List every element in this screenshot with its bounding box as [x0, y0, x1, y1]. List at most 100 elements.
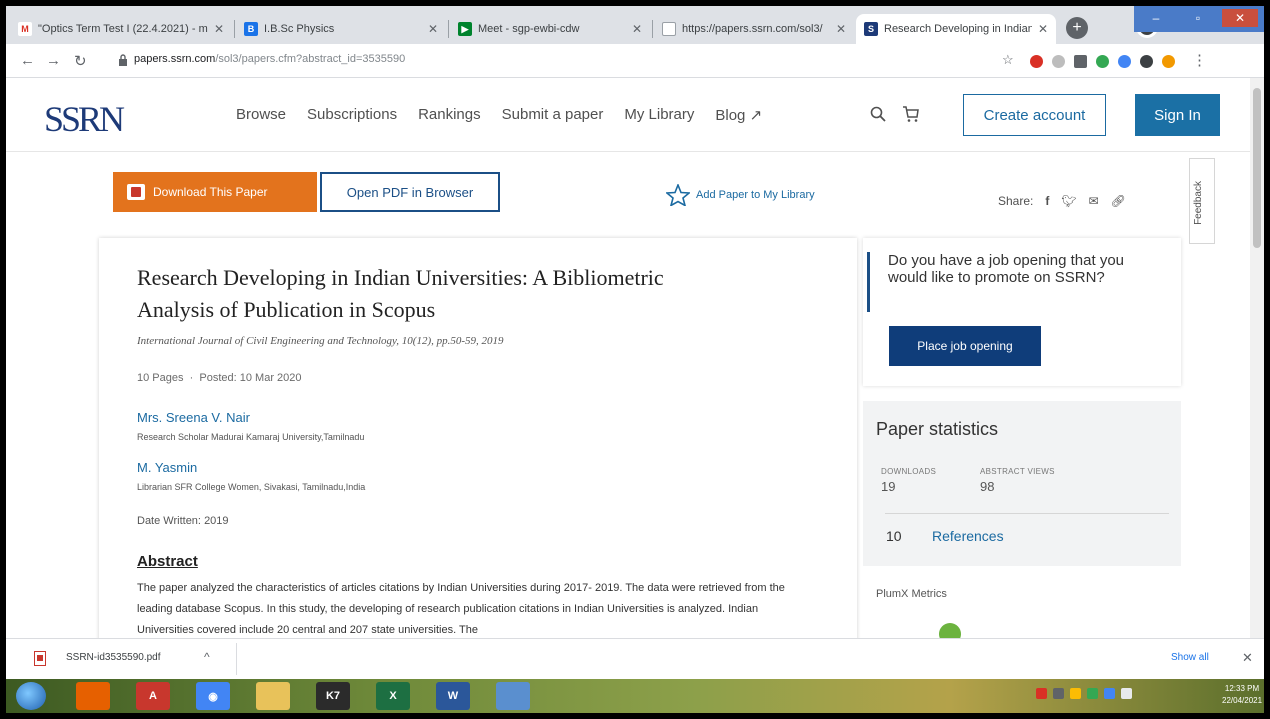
extension-icon[interactable]: [1052, 55, 1065, 68]
taskbar-clock[interactable]: 12:33 PM 22/04/2021: [1222, 683, 1262, 707]
profile-extension-icon[interactable]: [1162, 55, 1175, 68]
url-host: papers.ssrn.com: [134, 53, 216, 65]
nav-browse[interactable]: Browse: [236, 106, 286, 124]
pdf-icon: [127, 184, 145, 200]
share-label: Share:: [998, 194, 1034, 208]
address-bar[interactable]: papers.ssrn.com/sol3/papers.cfm?abstract…: [114, 49, 994, 73]
excel-icon[interactable]: X: [376, 682, 410, 710]
extension-icon[interactable]: [1118, 55, 1131, 68]
plumx-badge-icon[interactable]: [939, 623, 961, 638]
close-tab-icon[interactable]: ✕: [214, 22, 224, 36]
stats-heading: Paper statistics: [876, 419, 999, 439]
page-icon: [662, 22, 676, 36]
reload-icon[interactable]: ↻: [74, 52, 87, 70]
tab-title: I.B.Sc Physics: [264, 23, 335, 35]
close-tab-icon[interactable]: ✕: [632, 22, 642, 36]
browser-tab[interactable]: M "Optics Term Test I (22.4.2021) - m ✕: [10, 14, 232, 44]
maximize-button[interactable]: ▫: [1180, 9, 1216, 27]
clock-time: 12:33 PM: [1224, 684, 1260, 693]
twitter-icon[interactable]: 🐦︎: [1061, 194, 1076, 208]
nav-rankings[interactable]: Rankings: [418, 106, 481, 124]
sign-in-button[interactable]: Sign In: [1135, 94, 1220, 136]
nav-blog[interactable]: Blog ↗: [715, 106, 762, 124]
paper-card: Research Developing in Indian Universiti…: [99, 238, 857, 638]
author-link[interactable]: M. Yasmin: [137, 460, 197, 475]
gmail-icon: M: [18, 22, 32, 36]
display-icon[interactable]: [496, 682, 530, 710]
acrobat-icon[interactable]: A: [136, 682, 170, 710]
url-path: /sol3/papers.cfm?abstract_id=3535590: [215, 53, 406, 65]
volume-icon[interactable]: [1121, 688, 1132, 699]
ssrn-logo[interactable]: SSRN: [44, 98, 125, 140]
ssrn-favicon-icon: S: [864, 22, 878, 36]
close-window-button[interactable]: ✕: [1222, 9, 1258, 27]
close-tab-icon[interactable]: ✕: [1038, 22, 1048, 36]
tray-icon[interactable]: [1087, 688, 1098, 699]
explorer-icon[interactable]: [256, 682, 290, 710]
download-filename[interactable]: SSRN-id3535590.pdf: [66, 652, 161, 663]
date-written-value: 2019: [204, 515, 229, 527]
download-paper-button[interactable]: Download This Paper: [113, 172, 317, 212]
downloads-label: DOWNLOADS: [881, 467, 937, 476]
page-count: 10 Pages: [137, 372, 184, 384]
windows-taskbar: A ◉ K7 X W 12:33 PM 22/04/2021: [6, 679, 1264, 713]
page-scrollbar[interactable]: [1250, 78, 1264, 638]
new-tab-button[interactable]: +: [1066, 17, 1088, 39]
back-icon[interactable]: ←: [20, 52, 35, 69]
author-link[interactable]: Mrs. Sreena V. Nair: [137, 410, 250, 425]
puzzle-extension-icon[interactable]: [1140, 55, 1153, 68]
k7-icon[interactable]: K7: [316, 682, 350, 710]
site-header: SSRN Browse Subscriptions Rankings Submi…: [6, 78, 1250, 152]
tab-title: Research Developing in Indian: [884, 23, 1032, 35]
show-all-link[interactable]: Show all: [1171, 652, 1209, 663]
browser-tab[interactable]: https://papers.ssrn.com/sol3/ ✕: [654, 14, 854, 44]
site-nav: Browse Subscriptions Rankings Submit a p…: [236, 106, 762, 124]
place-job-button[interactable]: Place job opening: [889, 326, 1041, 366]
pinterest-extension-icon[interactable]: [1030, 55, 1043, 68]
references-link[interactable]: References: [932, 528, 1004, 544]
nav-submit-paper[interactable]: Submit a paper: [502, 106, 604, 124]
nav-subscriptions[interactable]: Subscriptions: [307, 106, 397, 124]
abstract-heading: Abstract: [137, 553, 198, 570]
network-icon[interactable]: [1104, 688, 1115, 699]
checkmark-extension-icon[interactable]: [1096, 55, 1109, 68]
menu-dots-icon[interactable]: ⋮: [1192, 51, 1207, 69]
bookmark-star-icon[interactable]: ☆: [1002, 52, 1014, 68]
open-pdf-button[interactable]: Open PDF in Browser: [320, 172, 500, 212]
browser-tab-active[interactable]: S Research Developing in Indian ✕: [856, 14, 1056, 44]
cart-icon[interactable]: [902, 105, 920, 123]
tab-title: "Optics Term Test I (22.4.2021) - m: [38, 23, 208, 35]
tab-title: Meet - sgp-ewbi-cdw: [478, 23, 580, 35]
start-button[interactable]: [16, 682, 46, 710]
paper-citation: International Journal of Civil Engineeri…: [137, 335, 504, 347]
extension-icon[interactable]: [1074, 55, 1087, 68]
forward-icon[interactable]: →: [46, 52, 61, 69]
word-icon[interactable]: W: [436, 682, 470, 710]
chrome-icon[interactable]: ◉: [196, 682, 230, 710]
minimize-button[interactable]: –: [1138, 9, 1174, 27]
firefox-icon[interactable]: [76, 682, 110, 710]
email-icon[interactable]: ✉: [1089, 194, 1099, 208]
create-account-button[interactable]: Create account: [963, 94, 1106, 136]
date-written: Date Written: 2019: [137, 515, 229, 527]
browser-tab[interactable]: B I.B.Sc Physics ✕: [236, 14, 446, 44]
search-icon[interactable]: [870, 106, 886, 122]
tray-icon[interactable]: [1070, 688, 1081, 699]
feedback-tab[interactable]: Feedback: [1189, 158, 1215, 244]
tray-icon[interactable]: [1036, 688, 1047, 699]
close-icon[interactable]: ✕: [1242, 650, 1253, 666]
browser-toolbar: ← → ↻ papers.ssrn.com/sol3/papers.cfm?ab…: [6, 44, 1264, 78]
nav-my-library[interactable]: My Library: [624, 106, 694, 124]
chevron-up-icon[interactable]: ^: [204, 650, 210, 664]
close-tab-icon[interactable]: ✕: [428, 22, 438, 36]
link-icon[interactable]: 🔗︎: [1111, 194, 1126, 208]
add-to-library-link[interactable]: Add Paper to My Library: [666, 184, 815, 206]
scrollbar-thumb[interactable]: [1253, 88, 1261, 248]
author-affiliation: Librarian SFR College Women, Sivakasi, T…: [137, 482, 366, 492]
tray-icon[interactable]: [1053, 688, 1064, 699]
facebook-icon[interactable]: f: [1045, 194, 1049, 208]
download-paper-label: Download This Paper: [153, 185, 268, 199]
close-tab-icon[interactable]: ✕: [836, 22, 846, 36]
paper-title: Research Developing in Indian Universiti…: [137, 265, 664, 322]
browser-tab[interactable]: ▶ Meet - sgp-ewbi-cdw ✕: [450, 14, 650, 44]
